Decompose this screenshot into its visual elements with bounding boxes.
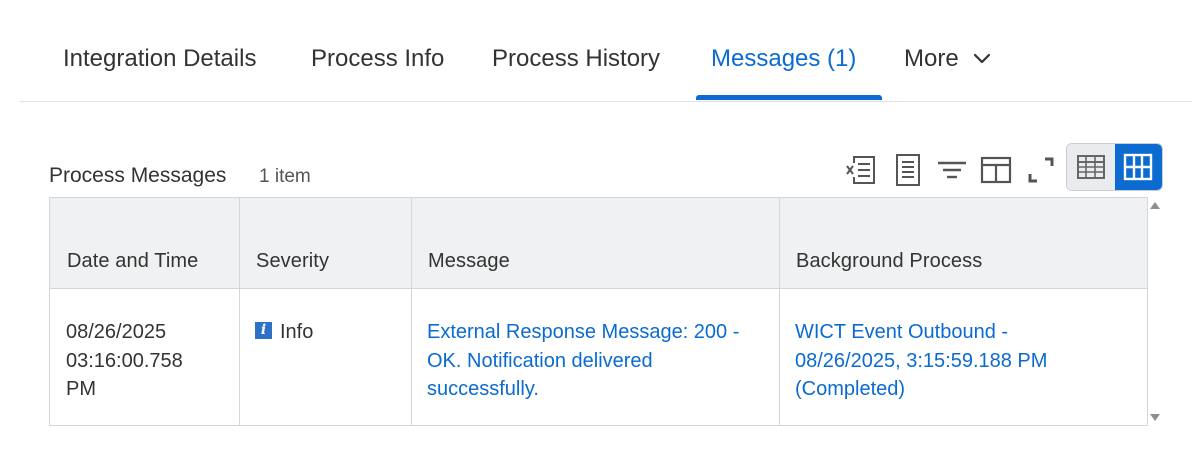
export-pdf-icon[interactable] — [891, 152, 925, 188]
tab-process-history[interactable]: Process History — [492, 43, 660, 75]
grid-view-icon[interactable] — [1114, 144, 1162, 190]
info-icon: i — [255, 322, 272, 340]
section-title: Process Messages — [49, 164, 227, 187]
tab-integration-details[interactable]: Integration Details — [63, 43, 256, 75]
column-divider — [239, 198, 240, 425]
tab-bar-divider — [20, 101, 1192, 102]
cell-message-link[interactable]: External Response Message: 200 - OK. Not… — [411, 318, 779, 404]
view-toggle — [1066, 143, 1163, 191]
tab-process-info[interactable]: Process Info — [311, 43, 444, 75]
table-header: Date and Time Severity Message Backgroun… — [50, 198, 1147, 289]
filter-icon[interactable] — [935, 152, 969, 188]
export-excel-icon[interactable] — [843, 152, 877, 188]
cell-date-time: 08/26/2025 03:16:00.758 PM — [50, 318, 239, 404]
chevron-down-icon — [974, 53, 991, 63]
column-header-background-process[interactable]: Background Process — [779, 198, 1147, 288]
cell-background-process-link[interactable]: WICT Event Outbound - 08/26/2025, 3:15:5… — [779, 318, 1147, 404]
column-header-message[interactable]: Message — [411, 198, 779, 288]
message-line: External Response Message: 200 - — [427, 321, 740, 343]
column-header-date-time[interactable]: Date and Time — [50, 198, 239, 288]
cell-severity: i Info — [239, 318, 411, 347]
process-line: (Completed) — [795, 378, 906, 400]
tab-bar: Integration Details Process Info Process… — [0, 0, 1192, 103]
tab-more[interactable]: More — [904, 43, 991, 75]
process-line: WICT Event Outbound - — [795, 321, 1009, 343]
column-layout-icon[interactable] — [979, 152, 1013, 188]
tab-messages[interactable]: Messages (1) — [711, 43, 856, 75]
message-line: successfully. — [427, 378, 539, 400]
table-view-icon[interactable] — [1067, 144, 1115, 190]
active-tab-indicator — [696, 95, 882, 100]
process-line: 08/26/2025, 3:15:59.188 PM — [795, 349, 1048, 372]
column-header-severity[interactable]: Severity — [239, 198, 411, 288]
fullscreen-icon[interactable] — [1024, 152, 1058, 188]
messages-table: Date and Time Severity Message Backgroun… — [49, 197, 1148, 426]
scroll-up-icon[interactable] — [1150, 202, 1160, 209]
vertical-scrollbar[interactable] — [1148, 197, 1162, 426]
item-count: 1 item — [259, 166, 311, 187]
date-line: 08/26/2025 — [66, 321, 167, 343]
tab-more-label: More — [904, 45, 959, 72]
time-line: 03:16:00.758 — [66, 349, 183, 372]
message-line: OK. Notification delivered — [427, 349, 653, 372]
severity-label: Info — [280, 321, 314, 343]
meridiem-line: PM — [66, 378, 96, 400]
scroll-down-icon[interactable] — [1150, 414, 1160, 421]
